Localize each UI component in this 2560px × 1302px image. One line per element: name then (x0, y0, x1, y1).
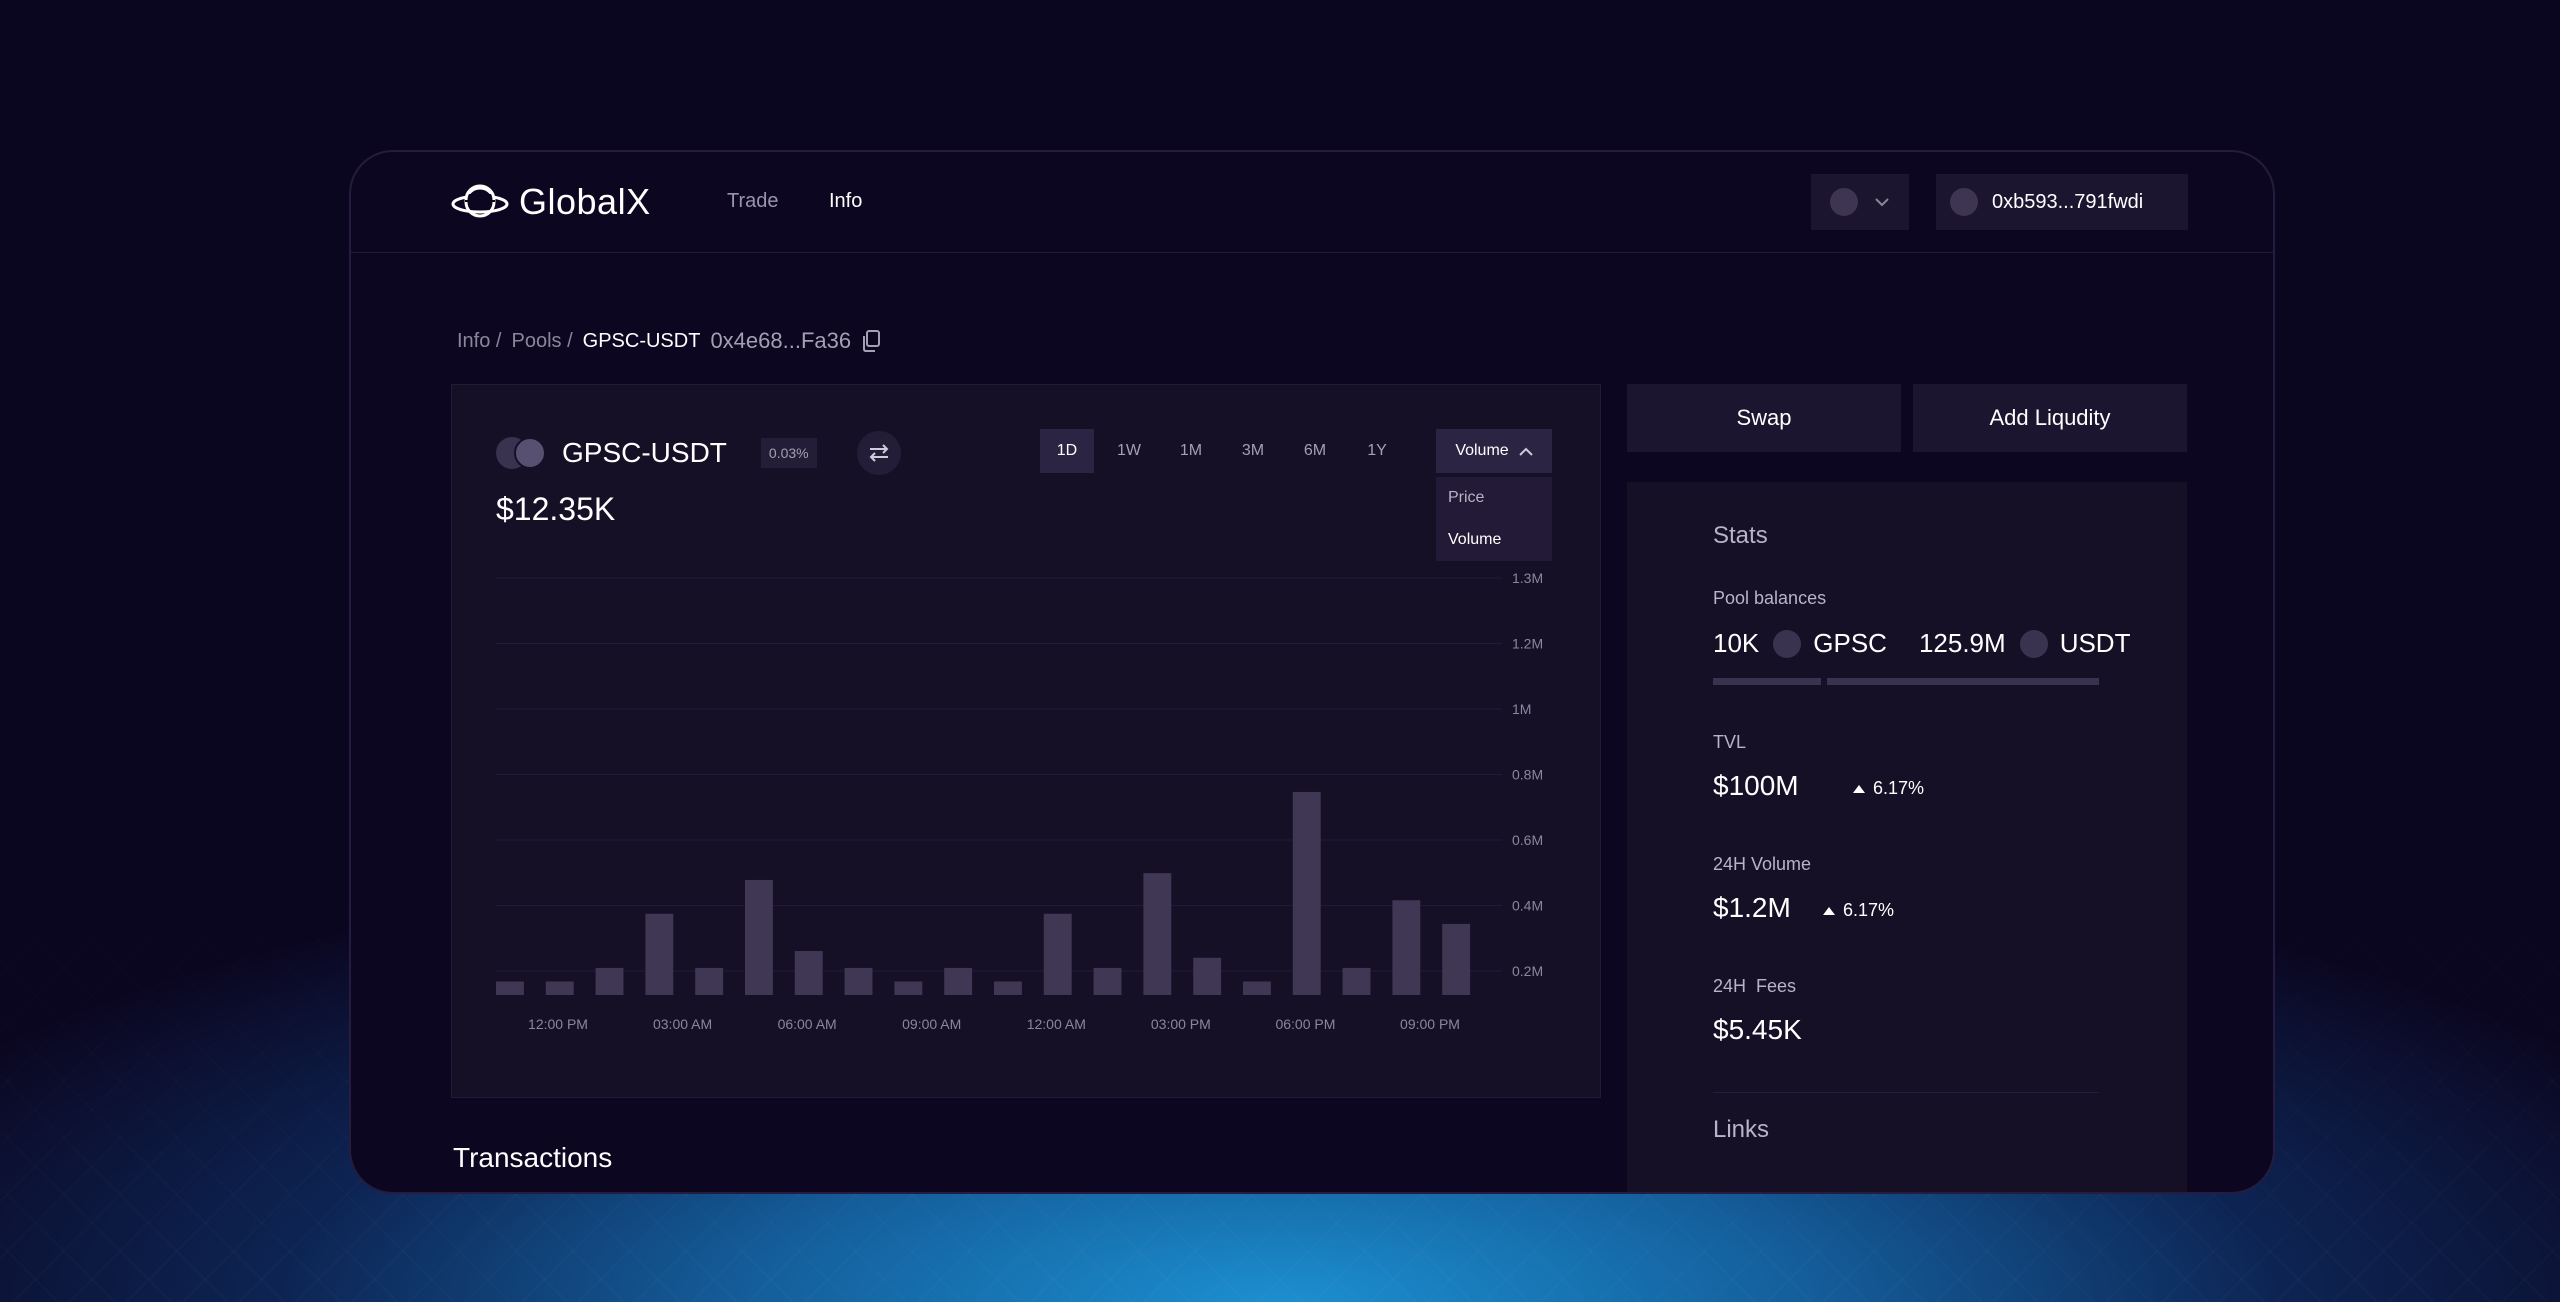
transactions-heading: Transactions (453, 1142, 613, 1173)
wallet-button[interactable]: 0xb593...791fwdi (1936, 174, 2188, 230)
pool-balances: 10K GPSC 125.9M USDT (1713, 628, 2130, 659)
volume-chart: 1.3M 1.2M 1M 0.8M 0.6M 0.4M 0.2M 12:00 PM 03:00 … (496, 570, 1543, 1032)
x-tick-label: 03:00 AM (653, 1016, 712, 1032)
y-tick-label: 0.4M (1512, 898, 1543, 914)
y-tick-label: 0.8M (1512, 767, 1543, 783)
wallet-address: 0xb593...791fwdi (1992, 190, 2144, 213)
volume-change-value: 6.17% (1843, 900, 1895, 920)
breadcrumb-pair: GPSC-USDT (582, 329, 701, 352)
volume-bar[interactable] (894, 981, 923, 995)
fees-value: $5.45K (1713, 1014, 1802, 1045)
breadcrumb-pools[interactable]: Pools / (511, 330, 572, 353)
breadcrumb: Info / Pools / GPSC-USDT 0x4e68...Fa36 (457, 328, 881, 354)
stats-divider (1713, 1092, 2099, 1093)
volume-bar[interactable] (1093, 967, 1122, 995)
y-tick-label: 0.2M (1512, 963, 1543, 979)
metric-option-price[interactable]: Price (1436, 477, 1552, 519)
add-liquidity-button[interactable]: Add Liqudity (1913, 384, 2187, 452)
volume-bar[interactable] (496, 981, 524, 995)
usdt-token-icon (2019, 629, 2048, 658)
pool-balances-label: Pool balances (1713, 588, 1827, 608)
volume-bar[interactable] (1243, 981, 1271, 995)
volume-bar[interactable] (745, 879, 773, 995)
balance-b: 125.9M (1918, 628, 2006, 658)
volume-bar[interactable] (1043, 913, 1072, 995)
metric-dropdown-menu: Price Volume (1436, 477, 1552, 561)
fees-label: 24H Fees (1713, 976, 1797, 996)
tvl-value: $100M (1713, 770, 1799, 801)
y-tick-label: 1.2M (1512, 636, 1543, 652)
pool-address: 0x4e68...Fa36 (710, 328, 852, 353)
links-heading: Links (1713, 1116, 1770, 1143)
chart-card: GPSC-USDT 0.03% $12.35K 1D 1W 1M 3M 6M 1… (451, 384, 1601, 1098)
chevron-down-icon (1875, 198, 1889, 207)
volume-bar[interactable] (545, 981, 574, 995)
nav-trade[interactable]: Trade (727, 190, 779, 213)
planet-logo-icon (451, 184, 509, 218)
volume-bar[interactable] (595, 967, 624, 995)
network-icon (1830, 188, 1858, 216)
gpsc-token-icon (1773, 629, 1802, 658)
token-a-symbol: GPSC (1813, 628, 1887, 658)
volume-bar[interactable] (1342, 967, 1371, 995)
y-tick-label: 1.3M (1512, 570, 1543, 586)
x-tick-label: 09:00 AM (902, 1016, 961, 1032)
balance-bar-a (1713, 678, 1821, 685)
tvl-change-value: 6.17% (1873, 778, 1925, 798)
volume-bar[interactable] (1143, 873, 1172, 995)
tvl-label: TVL (1713, 732, 1747, 752)
volume-bar[interactable] (944, 967, 973, 995)
y-tick-label: 1M (1512, 701, 1531, 717)
x-tick-label: 09:00 PM (1400, 1016, 1460, 1032)
copy-icon[interactable] (861, 329, 881, 353)
app-window: GlobalX Trade Info 0xb593...791fwdi Info… (349, 150, 2275, 1194)
triangle-up-icon (1823, 906, 1835, 915)
x-tick-label: 06:00 AM (778, 1016, 837, 1032)
nav-info[interactable]: Info (829, 190, 862, 213)
volume-bar[interactable] (994, 981, 1022, 995)
volume-bar[interactable] (1193, 957, 1222, 995)
tvl-change: 6.17% (1853, 778, 1924, 799)
volume-bar[interactable] (1392, 900, 1421, 995)
x-tick-label: 12:00 AM (1027, 1016, 1086, 1032)
volume-value: $1.2M (1713, 892, 1791, 923)
triangle-up-icon (1853, 784, 1865, 793)
token-b-symbol: USDT (2059, 628, 2131, 658)
volume-bar[interactable] (1292, 791, 1321, 995)
balance-a: 10K (1713, 628, 1760, 658)
volume-change: 6.17% (1823, 900, 1894, 921)
breadcrumb-info[interactable]: Info / (457, 330, 501, 353)
volume-bar[interactable] (645, 913, 674, 995)
swap-button[interactable]: Swap (1627, 384, 1901, 452)
logo-text: GlobalX (519, 181, 651, 222)
stats-title: Stats (1713, 522, 1768, 549)
metric-option-volume[interactable]: Volume (1436, 519, 1552, 561)
wallet-avatar-icon (1950, 188, 1978, 216)
volume-bar[interactable] (794, 951, 823, 995)
logo[interactable]: GlobalX (451, 180, 651, 224)
x-tick-label: 12:00 PM (528, 1016, 588, 1032)
x-tick-label: 03:00 PM (1151, 1016, 1211, 1032)
y-tick-label: 0.6M (1512, 832, 1543, 848)
network-selector[interactable] (1811, 174, 1909, 230)
top-header: GlobalX Trade Info 0xb593...791fwdi (351, 152, 2273, 253)
volume-bar[interactable] (844, 967, 873, 995)
volume-bar[interactable] (1442, 923, 1471, 995)
x-tick-label: 06:00 PM (1275, 1016, 1335, 1032)
volume-bar[interactable] (695, 967, 724, 995)
volume-label: 24H Volume (1713, 854, 1812, 874)
stats-panel: Stats Pool balances 10K GPSC 125.9M USDT… (1627, 482, 2187, 1192)
balance-bar-b (1827, 678, 2099, 685)
